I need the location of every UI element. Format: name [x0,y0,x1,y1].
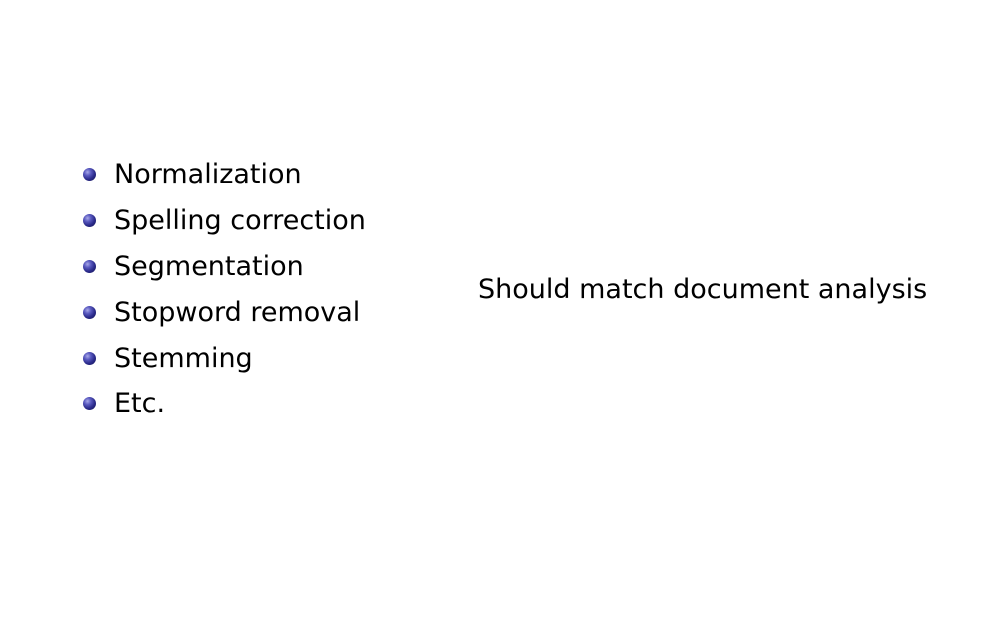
side-note: Should match document analysis [478,274,928,305]
list-item: Normalization [83,152,366,198]
bullet-icon [83,259,96,273]
list-item-label: Stopword removal [114,296,361,328]
list-item: Stemming [83,335,366,381]
bullet-icon [83,351,96,365]
list-item: Spelling correction [83,198,366,244]
list-item-label: Segmentation [114,250,304,282]
list-item: Etc. [83,381,366,427]
list-item-label: Spelling correction [114,205,366,237]
list-item: Stopword removal [83,289,366,335]
list-item-label: Stemming [114,342,253,374]
list-item-label: Normalization [114,159,302,191]
bullet-icon [83,214,96,228]
list-item: Segmentation [83,244,366,290]
list-item-label: Etc. [114,388,166,420]
bullet-list: Normalization Spelling correction Segmen… [83,152,366,427]
bullet-icon [83,305,96,319]
bullet-icon [83,397,96,411]
slide: Normalization Spelling correction Segmen… [0,0,1008,617]
bullet-icon [83,168,96,182]
